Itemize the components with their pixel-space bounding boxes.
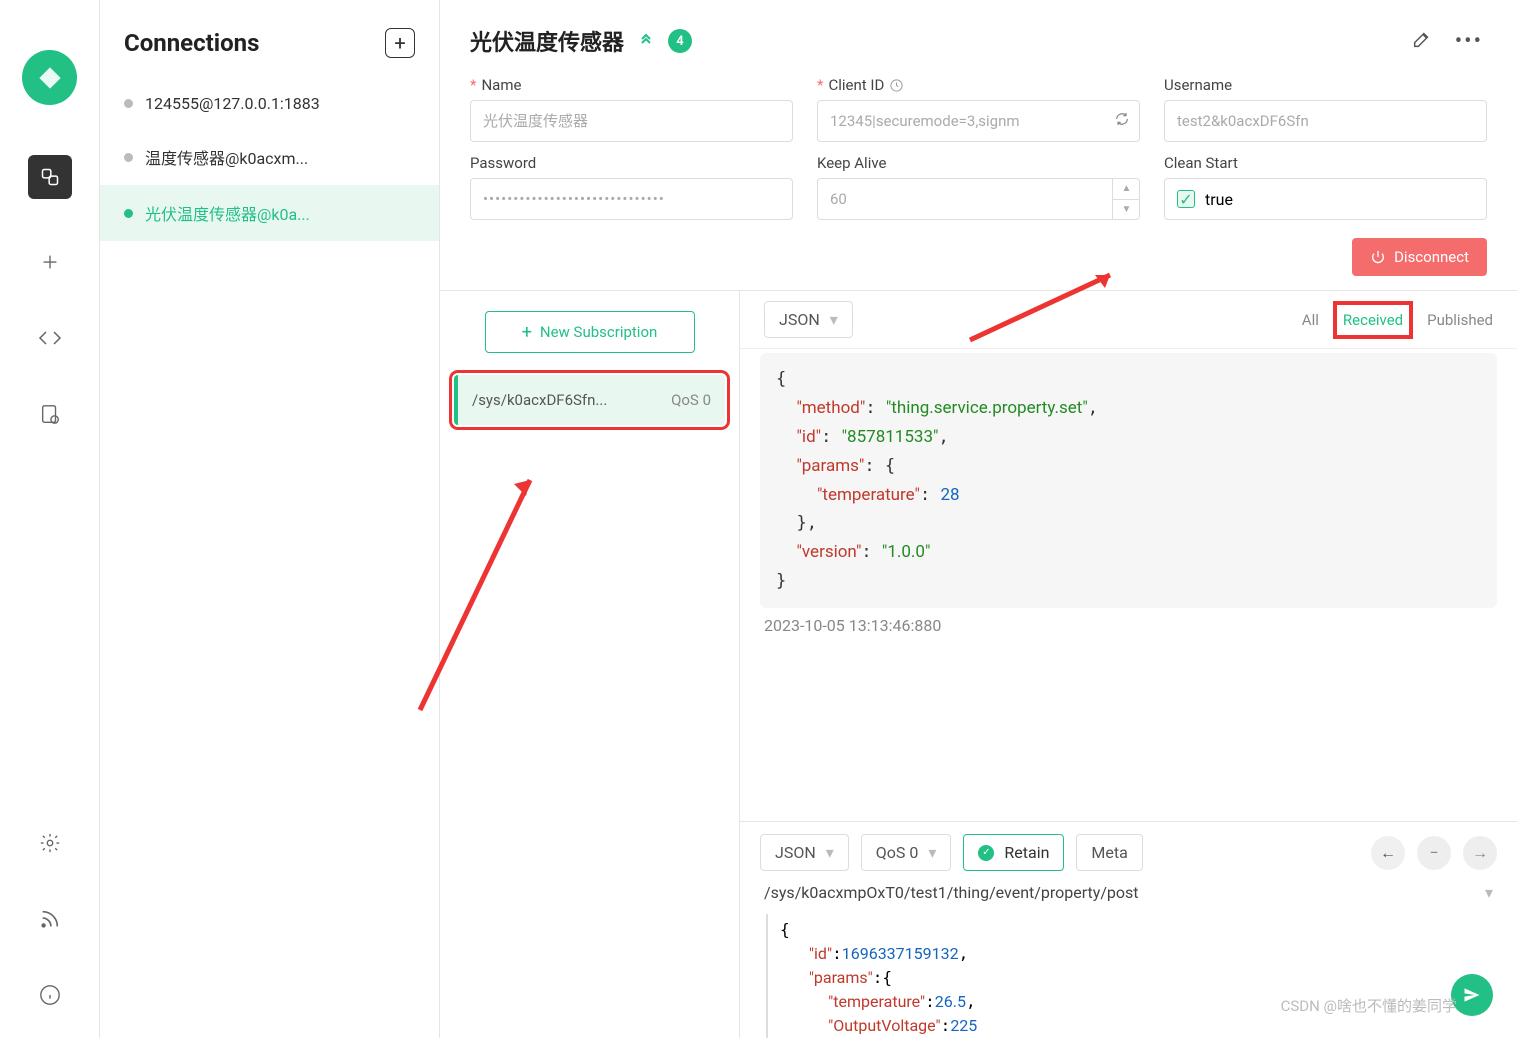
nav-back-icon[interactable]: ← — [1371, 836, 1405, 870]
connections-title: Connections — [124, 29, 259, 57]
username-input[interactable] — [1164, 100, 1487, 142]
format-select[interactable]: JSON▾ — [764, 301, 853, 338]
connection-item[interactable]: 124555@127.0.0.1:1883 — [100, 78, 439, 129]
number-spinner[interactable]: ▲▼ — [1112, 178, 1140, 220]
publish-topic[interactable]: /sys/k0acxmpOxT0/test1/thing/event/prope… — [764, 883, 1139, 902]
username-label: Username — [1164, 76, 1487, 94]
cleanstart-field: Clean Start ✓true — [1164, 154, 1487, 220]
connection-label: 光伏温度传感器@k0a... — [145, 201, 310, 225]
edit-icon[interactable] — [1407, 24, 1437, 58]
code-icon[interactable] — [37, 325, 63, 351]
pub-qos-label: QoS 0 — [876, 843, 919, 862]
message-toolbar: JSON▾ All Received Published — [740, 291, 1517, 349]
subscription-item[interactable]: /sys/k0acxDF6Sfn... QoS 0 — [454, 375, 725, 425]
message-payload: { "method": "thing.service.property.set"… — [760, 353, 1497, 608]
retain-toggle[interactable]: ✓Retain — [963, 834, 1064, 871]
cleanstart-label: Clean Start — [1164, 154, 1487, 172]
meta-label: Meta — [1091, 843, 1127, 862]
keepalive-label: Keep Alive — [817, 154, 1140, 172]
connection-item-active[interactable]: 光伏温度传感器@k0a... — [100, 185, 439, 241]
format-label: JSON — [779, 310, 820, 329]
clientid-label: Client ID — [828, 76, 884, 94]
subscriptions-panel: +New Subscription /sys/k0acxDF6Sfn... Qo… — [440, 291, 740, 1038]
retain-label: Retain — [1004, 843, 1049, 862]
rss-icon[interactable] — [37, 906, 63, 932]
disconnect-label: Disconnect — [1394, 248, 1469, 266]
subscription-qos: QoS 0 — [671, 391, 711, 409]
connection-form: *Name *Client ID Username Password Keep … — [440, 66, 1517, 238]
chevron-down-icon[interactable]: ▾ — [1485, 883, 1493, 902]
username-field: Username — [1164, 76, 1487, 142]
cleanstart-value: true — [1205, 190, 1233, 209]
power-icon — [1370, 249, 1386, 265]
connection-label: 温度传感器@k0acxm... — [145, 145, 308, 169]
connection-label: 124555@127.0.0.1:1883 — [145, 94, 320, 113]
connection-item[interactable]: 温度传感器@k0acxm... — [100, 129, 439, 185]
publish-bar: JSON▾ QoS 0▾ ✓Retain Meta ← − → /sys/k0a… — [740, 821, 1517, 1038]
name-label: Name — [481, 76, 521, 94]
gear-icon[interactable] — [37, 830, 63, 856]
titlebar: 光伏温度传感器 4 ••• — [440, 0, 1517, 66]
collapse-icon[interactable] — [638, 31, 654, 51]
connections-panel: Connections + 124555@127.0.0.1:1883 温度传感… — [100, 0, 440, 1038]
tab-received[interactable]: Received — [1343, 311, 1403, 329]
app-logo — [22, 50, 77, 105]
info-icon[interactable] — [37, 982, 63, 1008]
pub-qos-select[interactable]: QoS 0▾ — [861, 834, 952, 871]
clientid-input[interactable] — [817, 100, 1140, 142]
nav-minus-icon[interactable]: − — [1417, 836, 1451, 870]
name-field: *Name — [470, 76, 793, 142]
disconnect-button[interactable]: Disconnect — [1352, 238, 1487, 276]
nav-forward-icon[interactable]: → — [1463, 836, 1497, 870]
keepalive-field: Keep Alive ▲▼ — [817, 154, 1140, 220]
connections-icon[interactable] — [28, 155, 72, 199]
tab-all[interactable]: All — [1302, 311, 1319, 329]
pub-format-label: JSON — [775, 843, 816, 862]
password-input[interactable] — [470, 178, 793, 220]
message-timestamp: 2023-10-05 13:13:46:880 — [760, 608, 1497, 643]
tab-published[interactable]: Published — [1427, 311, 1493, 329]
add-connection-button[interactable]: + — [385, 28, 415, 58]
password-field: Password — [470, 154, 793, 220]
clock-icon — [889, 78, 904, 93]
more-icon[interactable]: ••• — [1451, 25, 1487, 58]
plus-icon[interactable] — [37, 249, 63, 275]
keepalive-input[interactable] — [817, 178, 1140, 220]
password-label: Password — [470, 154, 793, 172]
unread-badge: 4 — [668, 29, 692, 53]
cleanstart-checkbox[interactable]: ✓true — [1164, 178, 1487, 220]
subscription-topic: /sys/k0acxDF6Sfn... — [472, 391, 607, 409]
refresh-icon[interactable] — [1114, 111, 1130, 131]
page-title: 光伏温度传感器 — [470, 25, 624, 57]
main-panel: 光伏温度传感器 4 ••• *Name *Client ID — [440, 0, 1517, 1038]
clientid-field: *Client ID — [817, 76, 1140, 142]
new-sub-label: New Subscription — [540, 323, 657, 341]
icon-rail — [0, 0, 100, 1038]
log-icon[interactable] — [37, 401, 63, 427]
meta-button[interactable]: Meta — [1076, 834, 1142, 871]
new-subscription-button[interactable]: +New Subscription — [485, 311, 695, 353]
send-button[interactable] — [1451, 974, 1493, 1016]
pub-format-select[interactable]: JSON▾ — [760, 834, 849, 871]
messages-panel: JSON▾ All Received Published { "method":… — [740, 291, 1517, 1038]
publish-payload[interactable]: { "id":1696337159132, "params":{ "temper… — [766, 914, 1497, 1038]
name-input[interactable] — [470, 100, 793, 142]
